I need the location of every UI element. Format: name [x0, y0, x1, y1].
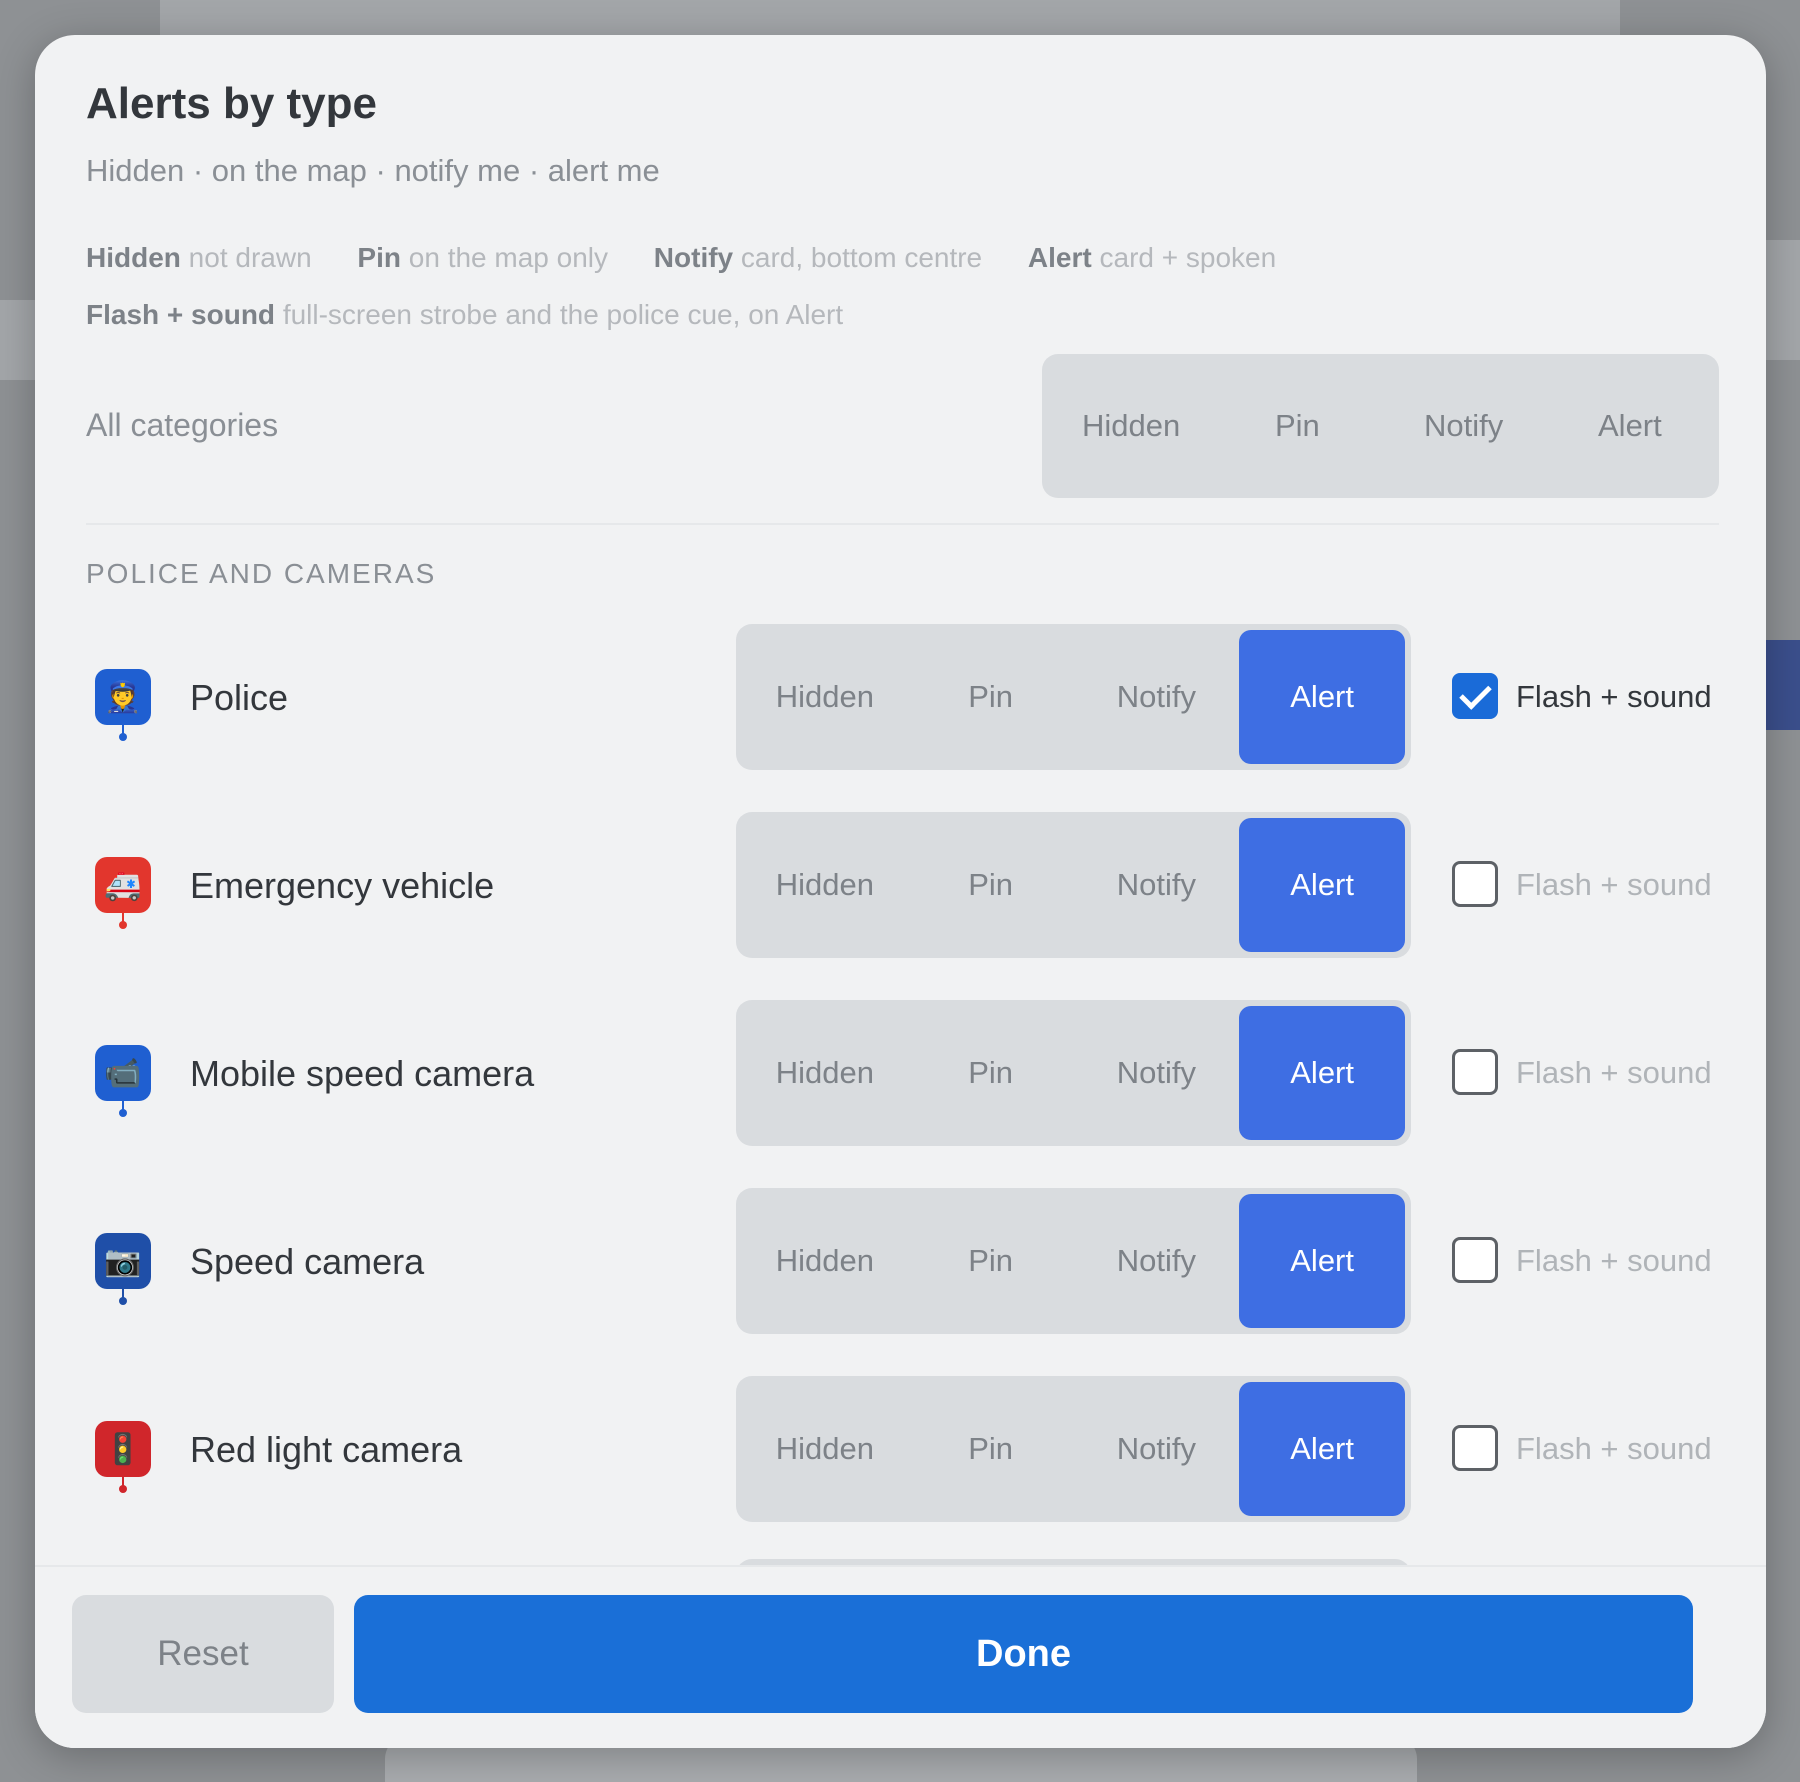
all-option-alert[interactable]: Alert	[1547, 360, 1713, 492]
option-notify[interactable]: Notify	[1074, 1006, 1240, 1140]
option-hidden[interactable]: Hidden	[742, 1194, 908, 1328]
flash-sound-checkbox[interactable]	[1452, 861, 1498, 907]
category-label: Police	[190, 677, 289, 718]
option-notify[interactable]: Notify	[1074, 818, 1240, 952]
police-officer-icon: 👮	[95, 669, 151, 741]
option-alert[interactable]: Alert	[1239, 1194, 1405, 1328]
option-alert[interactable]: Alert	[1239, 818, 1405, 952]
alert-level-segmented-control: Hidden Pin Notify Alert	[736, 1000, 1411, 1146]
legend: Hidden not drawn Pin on the map only Not…	[86, 229, 1686, 343]
flash-sound-label[interactable]: Flash + sound	[1516, 679, 1712, 715]
option-hidden[interactable]: Hidden	[742, 630, 908, 764]
alert-level-segmented-control: Hidden Pin Notify Alert	[736, 1188, 1411, 1334]
alert-level-segmented-control: Hidden Pin Notify Alert	[736, 812, 1411, 958]
all-option-notify[interactable]: Notify	[1381, 360, 1547, 492]
flash-sound-checkbox[interactable]	[1452, 1237, 1498, 1283]
all-option-hidden[interactable]: Hidden	[1048, 360, 1214, 492]
speed-camera-icon: 📷	[95, 1233, 151, 1305]
option-alert[interactable]: Alert	[1239, 630, 1405, 764]
legend-item-flash: Flash + sound full-screen strobe and the…	[86, 299, 844, 330]
dialog-title: Alerts by type	[86, 79, 377, 128]
category-row: 👮 Police Hidden Pin Notify Alert Flash + sound	[35, 624, 1766, 770]
divider	[86, 523, 1719, 525]
option-alert[interactable]: Alert	[1239, 1006, 1405, 1140]
background-panel	[1766, 240, 1800, 360]
ambulance-icon: 🚑	[95, 857, 151, 929]
legend-item-notify: Notify card, bottom centre	[653, 242, 983, 273]
option-alert[interactable]: Alert	[1239, 1382, 1405, 1516]
flash-sound-checkbox[interactable]	[1452, 1425, 1498, 1471]
legend-item-alert: Alert card + spoken	[1027, 242, 1277, 273]
dialog-subtitle: Hidden · on the map · notify me · alert …	[86, 153, 660, 188]
all-option-pin[interactable]: Pin	[1214, 360, 1380, 492]
legend-item-hidden: Hidden not drawn	[86, 242, 312, 273]
category-row: 🚑 Emergency vehicle Hidden Pin Notify Alert Fl…	[35, 812, 1766, 958]
category-label: Speed camera	[190, 1241, 425, 1282]
legend-item-pin: Pin on the map only	[357, 242, 609, 273]
option-hidden[interactable]: Hidden	[742, 1382, 908, 1516]
flash-sound-label[interactable]: Flash + sound	[1516, 1431, 1712, 1467]
all-categories-label: All categories	[86, 407, 279, 443]
option-notify[interactable]: Notify	[1074, 630, 1240, 764]
option-pin[interactable]: Pin	[908, 1382, 1074, 1516]
category-label: Red light camera	[190, 1429, 463, 1470]
background-panel	[0, 300, 35, 380]
category-row: 📹 Mobile speed camera Hidden Pin Notify Alert…	[35, 1000, 1766, 1146]
done-button[interactable]: Done	[354, 1595, 1693, 1713]
flash-sound-checkbox[interactable]	[1452, 1049, 1498, 1095]
reset-button[interactable]: Reset	[72, 1595, 334, 1713]
category-label: Emergency vehicle	[190, 865, 495, 906]
background-panel	[1766, 640, 1800, 730]
flash-sound-label[interactable]: Flash + sound	[1516, 867, 1712, 903]
category-row: 📷 Speed camera Hidden Pin Notify Alert Flash +…	[35, 1188, 1766, 1334]
option-pin[interactable]: Pin	[908, 818, 1074, 952]
alert-level-segmented-control: Hidden Pin Notify Alert	[736, 1376, 1411, 1522]
red-light-camera-icon: 🚦	[95, 1421, 151, 1493]
option-notify[interactable]: Notify	[1074, 1194, 1240, 1328]
background-panel	[160, 0, 1620, 35]
option-hidden[interactable]: Hidden	[742, 818, 908, 952]
option-hidden[interactable]: Hidden	[742, 1006, 908, 1140]
dialog-footer: Reset Done	[35, 1565, 1766, 1748]
all-categories-segmented-control: Hidden Pin Notify Alert	[1042, 354, 1719, 498]
flash-sound-checkbox[interactable]	[1452, 673, 1498, 719]
alert-level-segmented-control: Hidden Pin Notify Alert	[736, 624, 1411, 770]
section-heading: POLICE AND CAMERAS	[86, 558, 437, 589]
option-pin[interactable]: Pin	[908, 1194, 1074, 1328]
option-notify[interactable]: Notify	[1074, 1382, 1240, 1516]
option-pin[interactable]: Pin	[908, 630, 1074, 764]
category-label: Mobile speed camera	[190, 1053, 535, 1094]
flash-sound-label[interactable]: Flash + sound	[1516, 1243, 1712, 1279]
tripod-camera-icon: 📹	[95, 1045, 151, 1117]
option-pin[interactable]: Pin	[908, 1006, 1074, 1140]
alerts-by-type-dialog: Alerts by type Hidden · on the map · not…	[35, 35, 1766, 1748]
flash-sound-label[interactable]: Flash + sound	[1516, 1055, 1712, 1091]
category-row: 🚦 Red light camera Hidden Pin Notify Alert Fla…	[35, 1376, 1766, 1522]
